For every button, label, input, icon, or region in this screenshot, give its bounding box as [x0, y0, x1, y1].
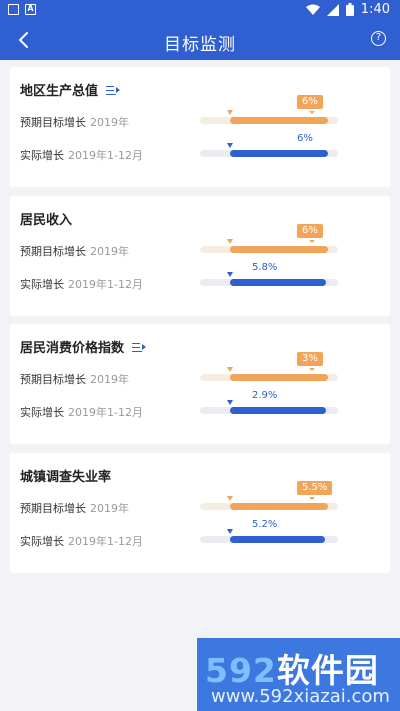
card-title: 居民收入 — [20, 209, 72, 228]
wifi-icon — [305, 4, 320, 15]
target-row-label: 预期目标增长 2019年 — [20, 371, 129, 387]
image-icon — [8, 4, 19, 15]
card-title[interactable]: 地区生产总值 — [20, 80, 121, 99]
target-row-label: 预期目标增长 2019年 — [20, 500, 129, 516]
actual-value: 5.2% — [252, 519, 278, 530]
actual-value: 6% — [297, 133, 313, 144]
target-start-marker — [227, 239, 233, 244]
actual-bar — [200, 150, 338, 157]
actual-period: 2019年1-12月 — [68, 535, 143, 548]
actual-label: 实际增长 — [20, 406, 64, 419]
target-start-marker — [227, 496, 233, 501]
actual-start-marker — [227, 529, 233, 534]
actual-row-label: 实际增长 2019年1-12月 — [20, 147, 143, 163]
target-period: 2019年 — [90, 502, 129, 515]
target-label: 预期目标增长 — [20, 502, 86, 515]
status-left-icons: A — [8, 4, 36, 15]
target-bar-fill — [230, 246, 328, 253]
actual-bar-fill — [230, 279, 326, 286]
actual-row-label: 实际增长 2019年1-12月 — [20, 276, 143, 292]
actual-period: 2019年1-12月 — [68, 278, 143, 291]
actual-start-marker — [227, 272, 233, 277]
metric-card: 居民收入 预期目标增长 2019年 6% 实际增长 2019年1-12月 5.8% — [10, 196, 390, 316]
metric-card: 城镇调查失业率 预期目标增长 2019年 5.5% 实际增长 2019年1-12月 … — [10, 453, 390, 573]
a-box-icon: A — [25, 4, 36, 15]
target-value-badge: 3% — [297, 352, 323, 366]
target-start-marker — [227, 367, 233, 372]
target-end-marker — [309, 240, 315, 243]
target-end-marker — [309, 497, 315, 500]
target-end-marker — [309, 111, 315, 114]
target-label: 预期目标增长 — [20, 116, 86, 129]
actual-row-label: 实际增长 2019年1-12月 — [20, 404, 143, 420]
target-bar-fill — [230, 117, 328, 124]
actual-label: 实际增长 — [20, 278, 64, 291]
actual-value: 2.9% — [252, 390, 278, 401]
watermark-number: 592 — [205, 651, 277, 690]
metric-card: 居民消费价格指数 预期目标增长 2019年 3% 实际增长 2019年1-12月 2… — [10, 324, 390, 444]
actual-bar-fill — [230, 536, 325, 543]
target-period: 2019年 — [90, 373, 129, 386]
target-bar — [200, 246, 338, 253]
status-time: 1:40 — [360, 2, 390, 17]
page-title: 目标监测 — [164, 35, 236, 55]
target-end-marker — [309, 368, 315, 371]
signal-icon — [326, 3, 339, 16]
target-bar — [200, 503, 338, 510]
actual-bar-fill — [230, 150, 328, 157]
card-title[interactable]: 居民消费价格指数 — [20, 337, 147, 356]
card-title: 城镇调查失业率 — [20, 466, 111, 485]
actual-bar — [200, 279, 338, 286]
watermark-brand: 592软件园 — [205, 644, 379, 692]
actual-label: 实际增长 — [20, 149, 64, 162]
card-title-text: 居民消费价格指数 — [20, 341, 125, 356]
target-value-badge: 6% — [297, 224, 323, 238]
actual-period: 2019年1-12月 — [68, 406, 143, 419]
actual-value: 5.8% — [252, 262, 278, 273]
target-value-badge: 5.5% — [297, 481, 333, 495]
watermark-logo: 592软件园 www.592xiazai.com — [197, 638, 400, 711]
target-label: 预期目标增长 — [20, 245, 86, 258]
actual-bar — [200, 536, 338, 543]
watermark-text: 软件园 — [276, 651, 379, 690]
target-period: 2019年 — [90, 245, 129, 258]
target-bar — [200, 117, 338, 124]
card-title-text: 地区生产总值 — [20, 84, 99, 99]
target-row-label: 预期目标增长 2019年 — [20, 114, 129, 130]
target-bar-fill — [230, 503, 328, 510]
metric-card: 地区生产总值 预期目标增长 2019年 6% 实际增长 2019年1-12月 6% — [10, 67, 390, 187]
target-row-label: 预期目标增长 2019年 — [20, 243, 129, 259]
target-bar-fill — [230, 374, 328, 381]
actual-start-marker — [227, 400, 233, 405]
actual-bar — [200, 407, 338, 414]
status-bar: A 1:40 — [0, 0, 400, 22]
target-period: 2019年 — [90, 116, 129, 129]
target-value-badge: 6% — [297, 95, 323, 109]
actual-bar-fill — [230, 407, 326, 414]
target-label: 预期目标增长 — [20, 373, 86, 386]
actual-label: 实际增长 — [20, 535, 64, 548]
target-start-marker — [227, 110, 233, 115]
actual-start-marker — [227, 143, 233, 148]
title-bar: 目标监测 ? — [0, 22, 400, 60]
list-arrow-icon[interactable] — [106, 84, 121, 96]
status-right-icons: 1:40 — [305, 2, 390, 17]
actual-period: 2019年1-12月 — [68, 149, 143, 162]
list-arrow-icon[interactable] — [132, 341, 147, 353]
watermark-url: www.592xiazai.com — [211, 686, 390, 707]
card-title-text: 城镇调查失业率 — [20, 470, 112, 485]
target-bar — [200, 374, 338, 381]
battery-icon — [345, 3, 354, 16]
help-icon[interactable]: ? — [371, 31, 386, 46]
actual-row-label: 实际增长 2019年1-12月 — [20, 533, 143, 549]
card-title-text: 居民收入 — [20, 213, 73, 228]
